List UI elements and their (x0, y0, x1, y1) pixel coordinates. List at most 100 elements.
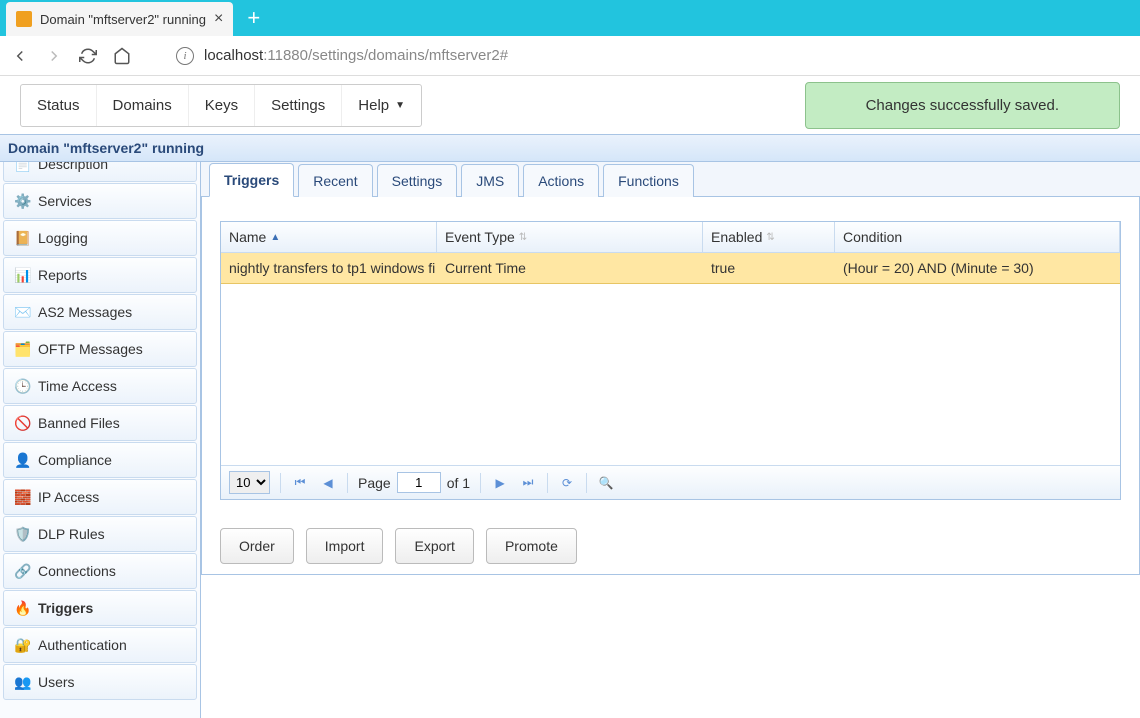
sidebar-item-label: Description (38, 162, 108, 172)
order-button[interactable]: Order (220, 528, 294, 564)
prev-page-button[interactable]: ◀ (319, 474, 337, 492)
tab-triggers[interactable]: Triggers (209, 163, 294, 197)
clock-icon: 🕒 (14, 378, 30, 394)
sidebar-item-label: IP Access (38, 489, 99, 505)
tab-functions[interactable]: Functions (603, 164, 694, 197)
back-button[interactable] (10, 46, 30, 66)
sidebar-item-as2[interactable]: ✉️ AS2 Messages (3, 294, 197, 330)
logging-icon: 📔 (14, 230, 30, 246)
sidebar-item-authentication[interactable]: 🔐 Authentication (3, 627, 197, 663)
sidebar-item-connections[interactable]: 🔗 Connections (3, 553, 197, 589)
sort-asc-icon: ▲ (270, 232, 280, 243)
triggers-panel: Name▲ Event Type⇅ Enabled⇅ Condition nig… (201, 197, 1140, 575)
home-button[interactable] (112, 46, 132, 66)
sidebar-item-label: Authentication (38, 637, 127, 653)
col-name[interactable]: Name▲ (221, 222, 437, 252)
url-bar[interactable]: i localhost:11880/settings/domains/mftse… (166, 42, 1130, 70)
browser-tab[interactable]: Domain "mftserver2" running × (6, 2, 233, 36)
folder-icon: 🗂️ (14, 341, 30, 357)
table-row[interactable]: nightly transfers to tp1 windows fil Cur… (221, 253, 1120, 284)
url-text: localhost:11880/settings/domains/mftserv… (204, 47, 508, 64)
refresh-button[interactable]: ⟳ (558, 474, 576, 492)
sidebar-item-label: Users (38, 674, 75, 690)
sidebar-item-oftp[interactable]: 🗂️ OFTP Messages (3, 331, 197, 367)
sidebar-item-dlp[interactable]: 🛡️DLP Rules (3, 516, 197, 552)
close-icon[interactable]: × (214, 10, 223, 28)
menu-domains[interactable]: Domains (97, 85, 189, 126)
reload-button[interactable] (78, 46, 98, 66)
separator (280, 473, 281, 493)
cell-name: nightly transfers to tp1 windows fil (221, 253, 437, 283)
action-buttons: Order Import Export Promote (220, 528, 1121, 564)
last-page-button[interactable]: ⏭ (519, 474, 537, 492)
first-page-button[interactable]: ⏮ (291, 474, 309, 492)
export-button[interactable]: Export (395, 528, 473, 564)
sidebar-item-users[interactable]: 👥 Users (3, 664, 197, 700)
description-icon: 📄 (14, 162, 30, 172)
sidebar-item-label: Connections (38, 563, 116, 579)
menu-settings[interactable]: Settings (255, 85, 342, 126)
tab-settings[interactable]: Settings (377, 164, 458, 197)
next-page-button[interactable]: ▶ (491, 474, 509, 492)
content-pane: Triggers Recent Settings JMS Actions Fun… (201, 162, 1140, 718)
info-icon[interactable]: i (176, 47, 194, 65)
search-button[interactable]: 🔍 (597, 474, 615, 492)
sidebar-item-label: Banned Files (38, 415, 120, 431)
browser-nav-bar: i localhost:11880/settings/domains/mftse… (0, 36, 1140, 76)
firewall-icon: 🧱 (14, 489, 30, 505)
pager: 10 ⏮ ◀ Page of 1 ▶ ⏭ ⟳ 🔍 (221, 465, 1120, 499)
menu-keys[interactable]: Keys (189, 85, 255, 126)
tab-jms[interactable]: JMS (461, 164, 519, 197)
cell-event: Current Time (437, 253, 703, 283)
user-icon: 👤 (14, 452, 30, 468)
mail-icon: ✉️ (14, 304, 30, 320)
link-icon: 🔗 (14, 563, 30, 579)
col-event-type[interactable]: Event Type⇅ (437, 222, 703, 252)
chevron-down-icon: ▼ (395, 100, 405, 111)
new-tab-button[interactable]: + (247, 5, 260, 31)
page-input[interactable] (397, 472, 441, 493)
triggers-table: Name▲ Event Type⇅ Enabled⇅ Condition nig… (220, 221, 1121, 500)
sort-icon: ⇅ (519, 232, 527, 243)
page-indicator: Page of 1 (358, 472, 470, 493)
sidebar-item-label: Logging (38, 230, 88, 246)
cell-condition: (Hour = 20) AND (Minute = 30) (835, 253, 1120, 283)
menu-help[interactable]: Help▼ (342, 85, 421, 126)
page-size-select[interactable]: 10 (229, 471, 270, 494)
users-icon: 👥 (14, 674, 30, 690)
sidebar-item-services[interactable]: ⚙️Services (3, 183, 197, 219)
separator (586, 473, 587, 493)
sidebar-item-compliance[interactable]: 👤Compliance (3, 442, 197, 478)
menu-status[interactable]: Status (21, 85, 97, 126)
sidebar-item-logging[interactable]: 📔 Logging (3, 220, 197, 256)
sidebar-item-banned[interactable]: 🚫 Banned Files (3, 405, 197, 441)
reports-icon: 📊 (14, 267, 30, 283)
favicon (16, 11, 32, 27)
ban-icon: 🚫 (14, 415, 30, 431)
table-body: nightly transfers to tp1 windows fil Cur… (221, 253, 1120, 465)
sidebar-item-label: OFTP Messages (38, 341, 143, 357)
lock-icon: 🔐 (14, 637, 30, 653)
table-header: Name▲ Event Type⇅ Enabled⇅ Condition (221, 222, 1120, 253)
sidebar-item-triggers[interactable]: 🔥 Triggers (3, 590, 197, 626)
sidebar-item-label: Triggers (38, 600, 93, 616)
sidebar-item-label: AS2 Messages (38, 304, 132, 320)
separator (547, 473, 548, 493)
tab-actions[interactable]: Actions (523, 164, 599, 197)
sidebar-item-ip-access[interactable]: 🧱 IP Access (3, 479, 197, 515)
sidebar-item-time-access[interactable]: 🕒 Time Access (3, 368, 197, 404)
col-condition[interactable]: Condition (835, 222, 1120, 252)
import-button[interactable]: Import (306, 528, 384, 564)
tab-recent[interactable]: Recent (298, 164, 372, 197)
menu-group: Status Domains Keys Settings Help▼ (20, 84, 422, 127)
sidebar-item-label: Time Access (38, 378, 117, 394)
shield-icon: 🛡️ (14, 526, 30, 542)
sidebar-item-description[interactable]: 📄 Description (3, 162, 197, 182)
sidebar-item-reports[interactable]: 📊 Reports (3, 257, 197, 293)
sidebar-item-label: Reports (38, 267, 87, 283)
fire-icon: 🔥 (14, 600, 30, 616)
col-enabled[interactable]: Enabled⇅ (703, 222, 835, 252)
promote-button[interactable]: Promote (486, 528, 577, 564)
sidebar-item-label: Services (38, 193, 92, 209)
forward-button[interactable] (44, 46, 64, 66)
